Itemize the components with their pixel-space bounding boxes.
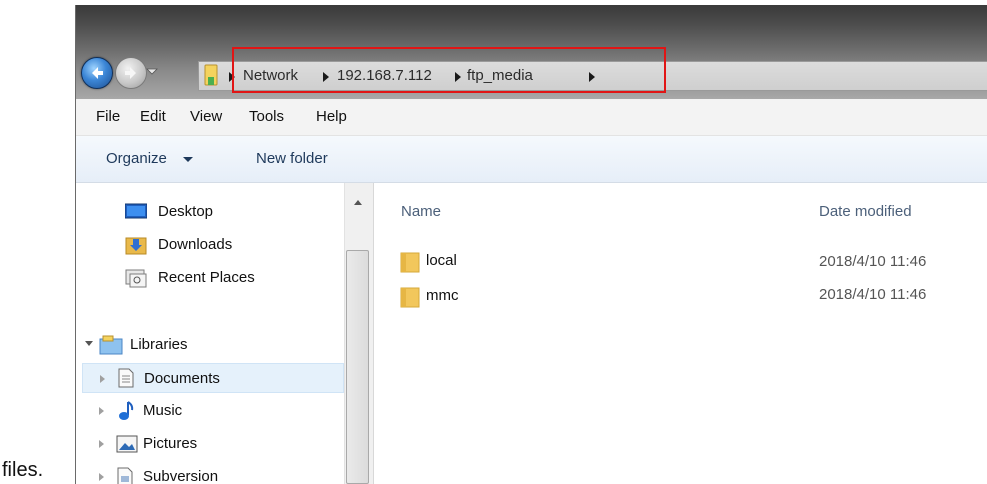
file-list: Name Date modified local mmc 2018/4/10 1…: [374, 183, 987, 484]
file-row-local[interactable]: local: [396, 245, 496, 277]
nav-item-libraries[interactable]: Libraries: [82, 330, 322, 360]
file-row-mmc[interactable]: mmc: [396, 280, 496, 312]
forward-button[interactable]: [115, 57, 147, 89]
nav-item-music[interactable]: Music: [82, 396, 322, 426]
documents-icon: [118, 368, 134, 388]
collapse-triangle-icon[interactable]: [85, 341, 93, 346]
caption-text: files.: [2, 459, 44, 481]
menu-tools[interactable]: Tools: [249, 99, 284, 135]
forward-arrow-icon: [125, 67, 136, 79]
chevron-down-icon: [183, 157, 193, 162]
pictures-icon: [116, 435, 138, 453]
nav-item-downloads[interactable]: Downloads: [121, 230, 321, 260]
explorer-window: Network 192.168.7.112 ftp_media File Edi…: [75, 5, 987, 484]
subversion-icon: [117, 467, 133, 484]
menu-file[interactable]: File: [96, 99, 120, 135]
nav-item-documents[interactable]: Documents: [82, 363, 344, 393]
menu-bar: File Edit View Tools Help: [76, 99, 987, 136]
annotation-highlight-box: [232, 47, 666, 93]
chevron-down-icon: [146, 68, 158, 75]
file-date-local: 2018/4/10 11:46: [819, 253, 927, 270]
scroll-up-arrow-icon: [354, 200, 362, 205]
column-header-date-modified[interactable]: Date modified: [819, 203, 912, 220]
command-bar: Organize New folder: [76, 136, 987, 183]
scroll-thumb[interactable]: [346, 250, 369, 484]
nav-item-recent-places[interactable]: Recent Places: [121, 263, 321, 293]
back-button[interactable]: [81, 57, 113, 89]
expand-triangle-icon[interactable]: [99, 440, 104, 448]
nav-item-desktop[interactable]: Desktop: [121, 197, 321, 227]
expand-triangle-icon[interactable]: [100, 375, 105, 383]
downloads-folder-icon: [125, 237, 147, 255]
new-folder-button[interactable]: New folder: [256, 136, 328, 182]
column-header-name[interactable]: Name: [401, 203, 441, 220]
file-date-mmc: 2018/4/10 11:46: [819, 286, 927, 303]
organize-label: Organize: [106, 150, 167, 167]
nav-item-pictures[interactable]: Pictures: [82, 429, 322, 459]
recent-pages-dropdown[interactable]: [146, 64, 158, 78]
desktop-icon: [125, 203, 147, 219]
scroll-up-button[interactable]: [344, 193, 372, 213]
expand-triangle-icon[interactable]: [99, 473, 104, 481]
nav-item-subversion[interactable]: Subversion: [82, 462, 322, 484]
menu-edit[interactable]: Edit: [140, 99, 166, 135]
recent-places-icon: [125, 269, 147, 288]
expand-triangle-icon[interactable]: [99, 407, 104, 415]
music-icon: [119, 401, 134, 420]
organize-button[interactable]: Organize: [106, 136, 208, 182]
folder-icon: [400, 287, 420, 308]
folder-icon: [400, 252, 420, 273]
menu-view[interactable]: View: [190, 99, 222, 135]
back-arrow-icon: [92, 67, 103, 79]
navigation-pane: Desktop Downloads Recent Places Librarie…: [76, 183, 374, 484]
libraries-icon: [99, 335, 123, 355]
address-folder-icon: [203, 63, 219, 87]
menu-help[interactable]: Help: [316, 99, 347, 135]
